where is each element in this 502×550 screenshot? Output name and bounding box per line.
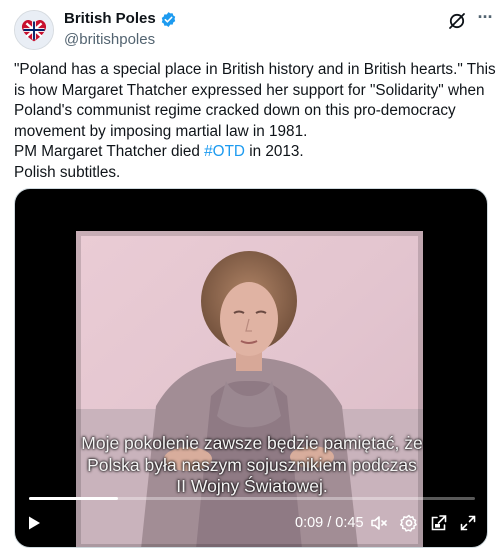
- handle[interactable]: @britishpoles: [64, 30, 177, 50]
- tweet-line-2-end: in 2013.: [244, 143, 304, 160]
- more-icon[interactable]: ···: [475, 8, 495, 30]
- tweet-text: "Poland has a special place in British h…: [14, 60, 496, 183]
- volume-muted-icon[interactable]: [369, 513, 389, 533]
- play-icon[interactable]: [27, 516, 41, 530]
- tweet-line-2-start: PM Margaret Thatcher died: [14, 143, 205, 160]
- fullscreen-icon[interactable]: [458, 513, 478, 533]
- hashtag-link[interactable]: #OTD: [204, 143, 245, 160]
- subtitle-line-3: II Wojny Światowej.: [176, 476, 328, 496]
- video-frame: [76, 231, 423, 547]
- progress-bar[interactable]: [29, 497, 475, 500]
- avatar[interactable]: [14, 10, 54, 50]
- grok-icon[interactable]: [447, 11, 467, 31]
- tweet-quote: "Poland has a special place in British h…: [14, 61, 496, 140]
- gear-icon[interactable]: [399, 513, 419, 533]
- name-row: British Poles: [64, 9, 177, 29]
- picture-in-picture-icon[interactable]: [429, 513, 449, 533]
- verified-badge-icon[interactable]: [160, 11, 177, 28]
- author-info: British Poles @britishpoles: [64, 9, 177, 50]
- subtitle-line-2: Polska była naszym sojusznikiem podczas: [87, 454, 417, 475]
- video-subtitles: Moje pokolenie zawsze będzie pamiętać, ż…: [15, 433, 487, 498]
- tweet-line-3: Polish subtitles.: [14, 163, 121, 181]
- subtitle-line-1: Moje pokolenie zawsze będzie pamiętać, ż…: [81, 433, 423, 453]
- display-name[interactable]: British Poles: [64, 9, 156, 29]
- video-player[interactable]: Moje pokolenie zawsze będzie pamiętać, ż…: [14, 188, 488, 548]
- time-display: 0:09 / 0:45: [295, 515, 364, 531]
- tweet-line-2: PM Margaret Thatcher died #OTD in 2013.: [14, 142, 496, 163]
- progress-fill: [29, 497, 119, 500]
- video-controls: 0:09 / 0:45: [15, 509, 487, 537]
- union-jack-heart-logo: [15, 11, 53, 49]
- tweet: British Poles @britishpoles ··· "Poland …: [0, 0, 502, 550]
